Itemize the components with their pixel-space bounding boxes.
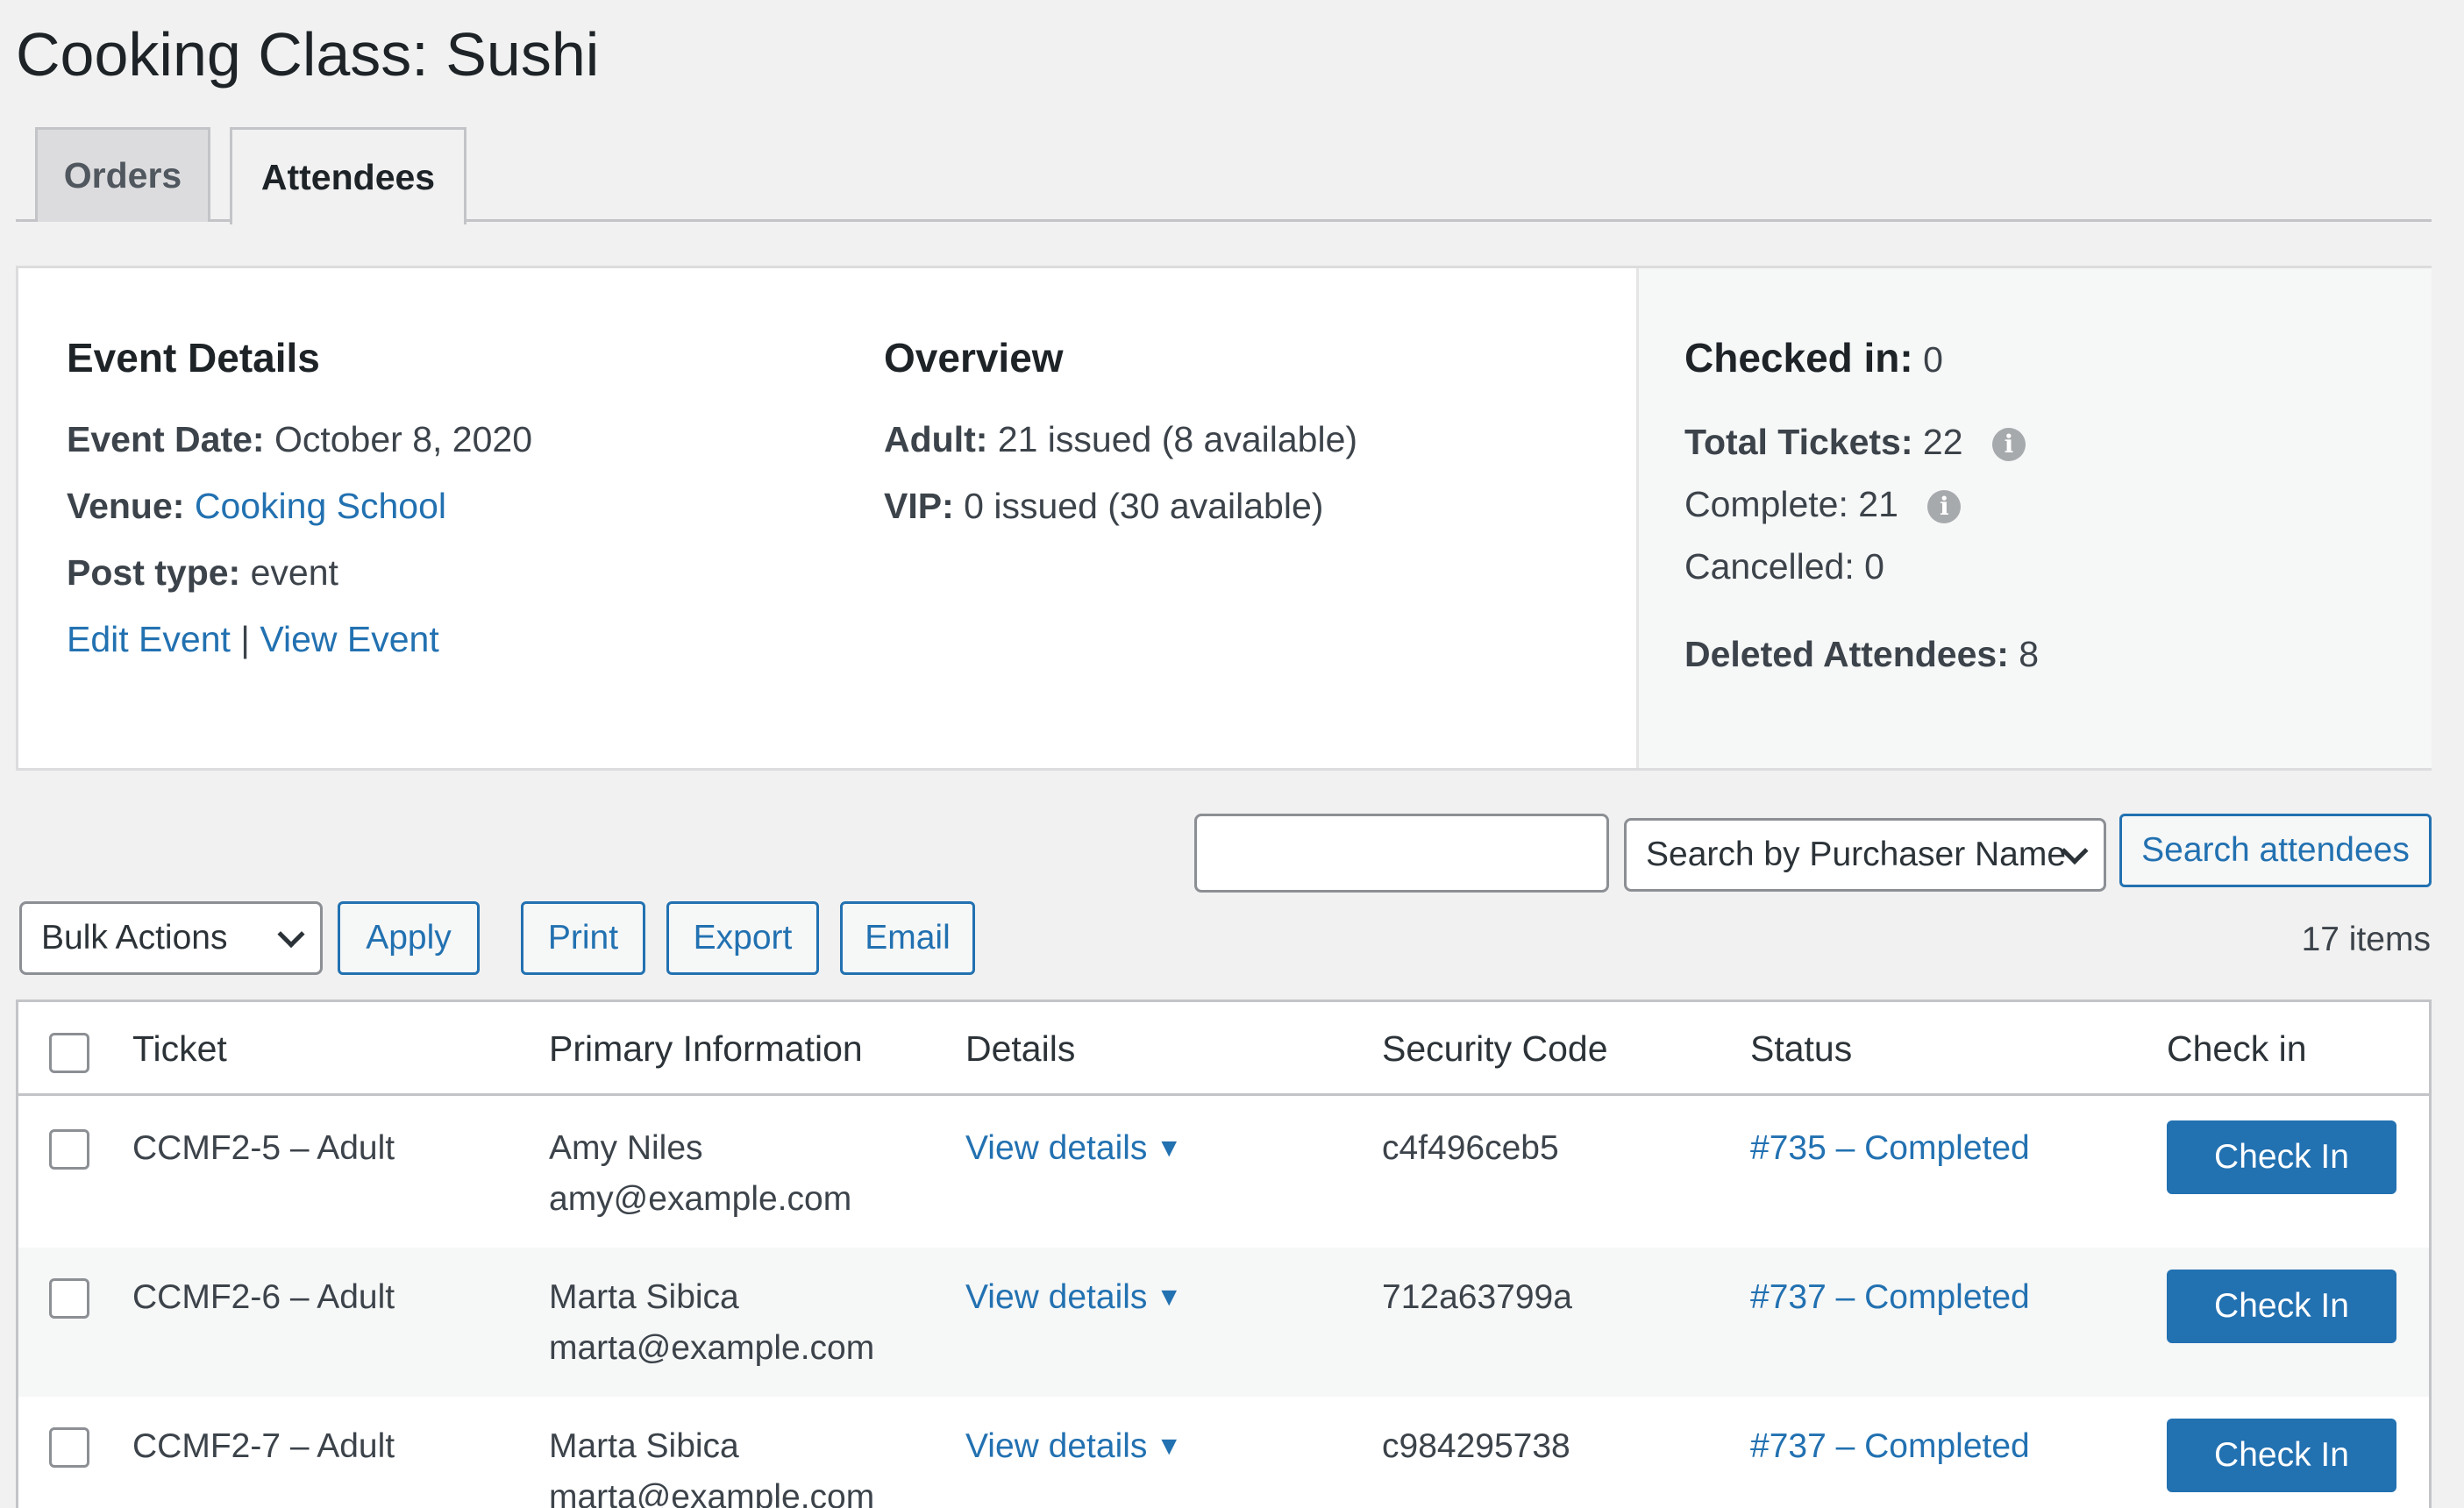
- event-date-label: Event Date:: [67, 419, 265, 459]
- email-button[interactable]: Email: [840, 901, 975, 975]
- check-in-button[interactable]: Check In: [2167, 1120, 2396, 1194]
- search-attendees-button[interactable]: Search attendees: [2119, 814, 2432, 887]
- caret-down-icon: ▼: [1156, 1432, 1183, 1461]
- search-input[interactable]: [1194, 814, 1609, 893]
- overview-vip: VIP: 0 issued (30 available): [884, 486, 1323, 527]
- column-check-in: Check in: [2167, 1028, 2307, 1069]
- apply-button[interactable]: Apply: [338, 901, 480, 975]
- view-details-link[interactable]: View details ▼: [965, 1427, 1182, 1466]
- row-checkbox[interactable]: [49, 1427, 89, 1468]
- stats-panel: Checked in: 0 Total Tickets: 22 i Comple…: [1636, 268, 2432, 768]
- view-details-link[interactable]: View details ▼: [965, 1278, 1182, 1317]
- adult-label: Adult:: [884, 419, 988, 459]
- column-status[interactable]: Status: [1750, 1028, 1852, 1070]
- venue: Venue: Cooking School: [67, 486, 446, 527]
- edit-event-link[interactable]: Edit Event: [67, 619, 231, 659]
- table-row: CCMF2-5 – Adult Amy Niles amy@example.co…: [18, 1099, 2429, 1248]
- ticket-cell: CCMF2-5 – Adult: [132, 1129, 395, 1167]
- attendee-name: Amy Niles: [549, 1129, 703, 1167]
- event-date: Event Date: October 8, 2020: [67, 419, 532, 460]
- column-security-code[interactable]: Security Code: [1382, 1028, 1608, 1070]
- checked-in-value: 0: [1923, 339, 1943, 380]
- checked-in-stat: Checked in: 0: [1684, 334, 1943, 381]
- ticket-cell: CCMF2-6 – Adult: [132, 1278, 395, 1316]
- attendee-email: amy@example.com: [549, 1180, 852, 1218]
- link-separator: |: [240, 619, 250, 659]
- security-code: c984295738: [1382, 1427, 1570, 1465]
- deleted-attendees-value: 8: [2019, 634, 2040, 674]
- row-checkbox[interactable]: [49, 1129, 89, 1170]
- row-checkbox[interactable]: [49, 1278, 89, 1319]
- overview-adult: Adult: 21 issued (8 available): [884, 419, 1357, 460]
- search-field-select-value: Search by Purchaser Name: [1646, 836, 2067, 873]
- view-event-link[interactable]: View Event: [260, 619, 438, 659]
- tab-orders[interactable]: Orders: [35, 127, 210, 222]
- table-header: Ticket Primary Information Details Secur…: [18, 1002, 2429, 1096]
- total-tickets-value: 22: [1922, 422, 1963, 462]
- event-links: Edit Event | View Event: [67, 619, 439, 660]
- summary-panel: Event Details Event Date: October 8, 202…: [16, 266, 2432, 771]
- view-details-label: View details: [965, 1129, 1148, 1167]
- cancelled-stat: Cancelled: 0: [1684, 546, 1884, 587]
- attendee-name: Marta Sibica: [549, 1427, 739, 1465]
- view-details-label: View details: [965, 1278, 1148, 1316]
- info-icon[interactable]: i: [1991, 428, 2026, 461]
- checked-in-label: Checked in:: [1684, 335, 1913, 381]
- column-details: Details: [965, 1028, 1076, 1069]
- deleted-attendees-stat: Deleted Attendees: 8: [1684, 634, 2039, 675]
- overview-heading: Overview: [884, 335, 1064, 381]
- check-in-button[interactable]: Check In: [2167, 1270, 2396, 1343]
- order-status-link[interactable]: #735 – Completed: [1750, 1129, 2030, 1168]
- chevron-down-icon: [277, 921, 305, 949]
- post-type: Post type: event: [67, 552, 338, 594]
- complete-stat: Complete: 21 i: [1684, 484, 1962, 525]
- vip-value: 0 issued (30 available): [964, 486, 1324, 526]
- column-ticket[interactable]: Ticket: [132, 1028, 227, 1070]
- deleted-attendees-label: Deleted Attendees:: [1684, 634, 2009, 674]
- attendee-email: marta@example.com: [549, 1329, 875, 1367]
- caret-down-icon: ▼: [1156, 1283, 1183, 1312]
- attendee-name: Marta Sibica: [549, 1278, 739, 1316]
- view-details-link[interactable]: View details ▼: [965, 1129, 1182, 1168]
- cancelled-value: 0: [1864, 546, 1884, 587]
- attendee-email: marta@example.com: [549, 1478, 875, 1508]
- tab-attendees[interactable]: Attendees: [230, 127, 466, 224]
- vip-label: VIP:: [884, 486, 954, 526]
- view-details-label: View details: [965, 1427, 1148, 1465]
- column-primary-information[interactable]: Primary Information: [549, 1028, 863, 1070]
- bulk-actions-value: Bulk Actions: [41, 919, 228, 957]
- table-row: CCMF2-6 – Adult Marta Sibica marta@examp…: [18, 1248, 2429, 1397]
- items-count: 17 items: [2301, 921, 2431, 958]
- complete-value: 21: [1858, 484, 1898, 524]
- security-code: 712a63799a: [1382, 1278, 1572, 1316]
- order-status-link[interactable]: #737 – Completed: [1750, 1427, 2030, 1466]
- complete-label: Complete:: [1684, 484, 1848, 524]
- bulk-actions-select[interactable]: Bulk Actions: [19, 901, 323, 975]
- post-type-label: Post type:: [67, 552, 241, 593]
- event-details-heading: Event Details: [67, 335, 320, 381]
- info-icon[interactable]: i: [1927, 490, 1962, 523]
- venue-link[interactable]: Cooking School: [195, 486, 446, 526]
- event-date-value: October 8, 2020: [274, 419, 532, 459]
- search-field-select[interactable]: Search by Purchaser Name: [1624, 818, 2106, 892]
- security-code: c4f496ceb5: [1382, 1129, 1559, 1167]
- export-button[interactable]: Export: [666, 901, 819, 975]
- total-tickets-label: Total Tickets:: [1684, 422, 1913, 462]
- adult-value: 21 issued (8 available): [997, 419, 1358, 459]
- venue-label: Venue:: [67, 486, 185, 526]
- post-type-value: event: [250, 552, 338, 593]
- print-button[interactable]: Print: [521, 901, 645, 975]
- ticket-cell: CCMF2-7 – Adult: [132, 1427, 395, 1465]
- attendees-table: Ticket Primary Information Details Secur…: [16, 999, 2432, 1508]
- check-in-button[interactable]: Check In: [2167, 1419, 2396, 1492]
- caret-down-icon: ▼: [1156, 1134, 1183, 1163]
- table-row: CCMF2-7 – Adult Marta Sibica marta@examp…: [18, 1397, 2429, 1508]
- select-all-checkbox[interactable]: [49, 1033, 89, 1073]
- total-tickets-stat: Total Tickets: 22 i: [1684, 422, 2026, 463]
- cancelled-label: Cancelled:: [1684, 546, 1855, 587]
- order-status-link[interactable]: #737 – Completed: [1750, 1278, 2030, 1317]
- page-title: Cooking Class: Sushi: [16, 20, 600, 89]
